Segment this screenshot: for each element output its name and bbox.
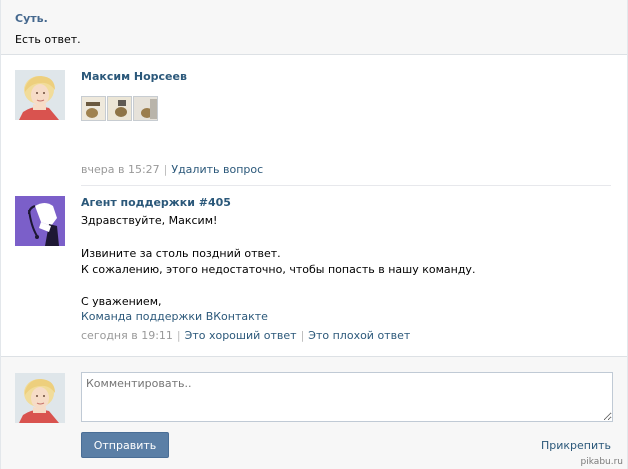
- post-divider: [81, 185, 611, 186]
- send-button[interactable]: Отправить: [81, 432, 169, 458]
- answer-line: Извините за столь поздний ответ.: [81, 247, 281, 260]
- answer-line: Здравствуйте, Максим!: [81, 214, 218, 227]
- photo-thumbnail-1[interactable]: [81, 96, 106, 121]
- answer-meta: сегодня в 19:11 | Это хороший ответ | Это пл…: [81, 329, 410, 342]
- comment-compose: Отправить Прикрепить: [1, 356, 627, 469]
- comment-input[interactable]: [81, 372, 613, 422]
- user-avatar-icon[interactable]: [15, 70, 65, 120]
- photo-thumbnail-2[interactable]: [107, 96, 132, 121]
- question-meta: вчера в 15:27 | Удалить вопрос: [81, 163, 263, 176]
- answer-line: С уважением,: [81, 295, 162, 308]
- attach-link[interactable]: Прикрепить: [541, 439, 611, 452]
- question-subtitle: Есть ответ.: [15, 33, 81, 46]
- meta-separator: |: [176, 329, 181, 342]
- question-author-name[interactable]: Максим Норсеев: [81, 70, 187, 83]
- photo-thumbnail-3[interactable]: [133, 96, 158, 121]
- meta-separator: |: [300, 329, 305, 342]
- delete-question-link[interactable]: Удалить вопрос: [171, 163, 263, 176]
- attached-photos: [81, 96, 158, 121]
- question-title: Суть.: [15, 12, 48, 25]
- question-header: Суть. Есть ответ.: [1, 0, 627, 55]
- bad-answer-link[interactable]: Это плохой ответ: [308, 329, 410, 342]
- current-user-avatar-icon: [15, 373, 65, 423]
- watermark: pikabu.ru: [580, 457, 623, 467]
- question-page: Суть. Есть ответ. Максим Норсеев вчера в…: [0, 0, 628, 469]
- question-time: вчера в 15:27: [81, 163, 160, 176]
- answer-line: К сожалению, этого недостаточно, чтобы п…: [81, 263, 476, 276]
- meta-separator: |: [163, 163, 168, 176]
- support-team-link[interactable]: Команда поддержки ВКонтакте: [81, 310, 268, 323]
- answer-author-name[interactable]: Агент поддержки #405: [81, 196, 231, 209]
- answer-time: сегодня в 19:11: [81, 329, 173, 342]
- support-agent-avatar-icon[interactable]: [15, 196, 65, 246]
- good-answer-link[interactable]: Это хороший ответ: [185, 329, 297, 342]
